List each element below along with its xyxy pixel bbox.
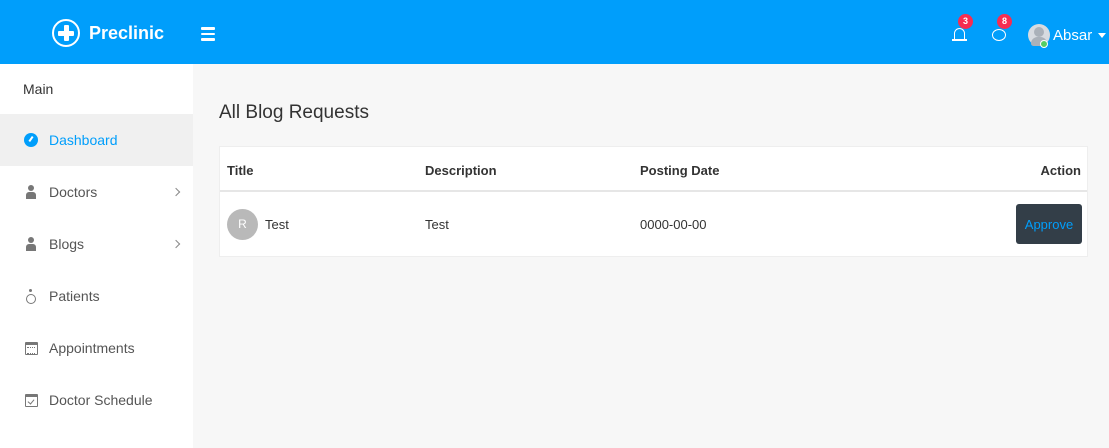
sidebar-item-doctor-schedule[interactable]: Doctor Schedule <box>0 374 193 426</box>
sidebar-item-patients[interactable]: Patients <box>0 270 193 322</box>
calendar-icon <box>24 341 38 355</box>
table-header: Title Description Posting Date Action <box>220 147 1087 192</box>
cell-title[interactable]: Test <box>265 217 289 232</box>
notifications-button[interactable]: 3 <box>951 14 973 44</box>
sidebar-item-label: Blogs <box>49 236 85 252</box>
avatar: R <box>227 209 258 240</box>
dashboard-icon <box>24 133 38 147</box>
notification-count-badge: 3 <box>958 14 973 29</box>
blog-requests-table: Title Description Posting Date Action R … <box>219 146 1088 257</box>
caret-down-icon <box>1098 32 1107 38</box>
table-row: R Test Test 0000-00-00 Approve <box>220 194 1087 256</box>
page-title: All Blog Requests <box>219 102 369 123</box>
column-header-posting-date: Posting Date <box>640 163 720 178</box>
sidebar-item-label: Patients <box>49 288 100 304</box>
cell-posting-date: 0000-00-00 <box>640 217 707 232</box>
sidebar-item-label: Dashboard <box>49 132 118 148</box>
sidebar: Main Dashboard Doctors Blogs Patients Ap… <box>0 64 193 448</box>
sidebar-item-blogs[interactable]: Blogs <box>0 218 193 270</box>
app-logo[interactable]: Preclinic <box>52 18 164 48</box>
app-name: Preclinic <box>89 22 165 43</box>
column-header-action: Action <box>1040 163 1081 178</box>
cell-description: Test <box>425 217 449 232</box>
sidebar-item-label: Appointments <box>49 340 135 356</box>
chat-bubble-icon <box>992 29 1006 41</box>
column-header-title: Title <box>227 163 254 178</box>
sidebar-item-dashboard[interactable]: Dashboard <box>0 114 193 166</box>
sidebar-item-label: Doctors <box>49 184 98 200</box>
menu-toggle-icon[interactable] <box>201 27 215 41</box>
user-icon <box>25 237 37 251</box>
sidebar-title: Main <box>23 81 54 97</box>
sidebar-item-doctors[interactable]: Doctors <box>0 166 193 218</box>
sidebar-item-label: Doctor Schedule <box>49 392 153 408</box>
online-status-dot <box>1040 40 1048 48</box>
messages-button[interactable]: 8 <box>990 14 1012 44</box>
wheelchair-icon <box>24 289 38 304</box>
sidebar-item-appointments[interactable]: Appointments <box>0 322 193 374</box>
calendar-check-icon <box>24 393 38 407</box>
user-icon <box>25 185 37 199</box>
user-name: Absar <box>1053 26 1093 44</box>
medical-cross-icon <box>52 19 80 47</box>
column-header-description: Description <box>425 163 497 178</box>
chevron-right-icon <box>171 239 181 249</box>
message-count-badge: 8 <box>997 14 1012 29</box>
approve-button[interactable]: Approve <box>1016 204 1082 244</box>
top-header: Preclinic 3 8 Absar <box>0 0 1109 64</box>
chevron-right-icon <box>171 187 181 197</box>
